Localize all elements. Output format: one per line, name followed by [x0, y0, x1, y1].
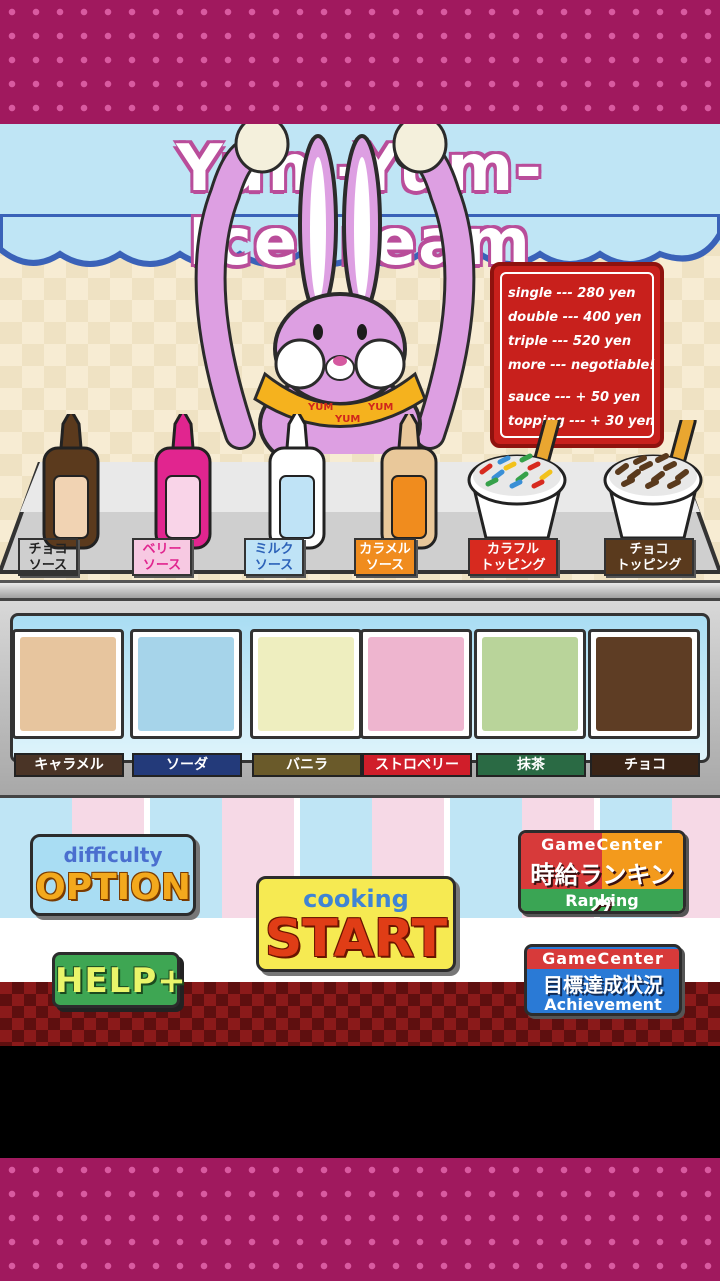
gamecenter-achievement-button[interactable]: GameCenter 目標達成状況 Achievement [524, 944, 682, 1016]
menu-line: triple --- 520 yen [508, 334, 632, 349]
tub-soda[interactable] [130, 629, 242, 739]
scarf-text: YUM [334, 414, 360, 425]
topping-label-choco: チョコ トッピング [604, 538, 694, 576]
sauce-label-caramel: カラメル ソース [354, 538, 416, 576]
achievement-jp-label: 目標達成状況 [543, 973, 663, 997]
colorful-topping-cup[interactable] [462, 420, 572, 540]
start-main-label: START [264, 909, 448, 969]
achievement-gamecenter-label: GameCenter [527, 949, 679, 969]
option-sub-label: difficulty [63, 843, 163, 867]
rabbit-shopkeeper: YUM YUM YUM [194, 124, 476, 454]
gamecenter-ranking-button[interactable]: GameCenter 時給ランキング Ranking [518, 830, 686, 914]
ranking-en-label: Ranking [565, 891, 639, 910]
menu-line: sauce --- + 50 yen [508, 390, 641, 405]
scarf-text: YUM [367, 402, 393, 413]
flavor-label-soda: ソーダ [132, 753, 242, 777]
help-label: HELP+ [55, 961, 187, 1001]
flavor-label-vanilla: バニラ [252, 753, 362, 777]
menu-line: single --- 280 yen [508, 286, 636, 301]
menu-line: double --- 400 yen [508, 310, 642, 325]
ranking-gamecenter-label: GameCenter [541, 835, 663, 854]
flavor-label-caramel: キャラメル [14, 753, 124, 777]
bottom-star-band [0, 1158, 720, 1281]
sauce-label-choco: チョコ ソース [18, 538, 78, 576]
sauce-label-berry: ベリー ソース [132, 538, 192, 576]
tub-choco[interactable] [588, 629, 700, 739]
black-gap [0, 1046, 720, 1158]
scarf-text: YUM [307, 402, 333, 413]
tub-vanilla[interactable] [250, 629, 362, 739]
ice-cream-freezer: キャラメル ソーダ バニラ ストロベリー 抹茶 チョコ [0, 598, 720, 798]
tub-matcha[interactable] [474, 629, 586, 739]
tub-strawberry[interactable] [360, 629, 472, 739]
milk-sauce-bottle[interactable] [262, 414, 332, 554]
start-button[interactable]: cooking START [256, 876, 456, 972]
topping-label-colorful: カラフル トッピング [468, 538, 558, 576]
choco-sauce-bottle[interactable] [36, 414, 106, 554]
help-button[interactable]: HELP+ [52, 952, 187, 1008]
option-main-label: OPTION [35, 867, 191, 908]
sauce-label-milk: ミルク ソース [244, 538, 304, 576]
top-star-band [0, 0, 720, 124]
achievement-en-label: Achievement [544, 995, 662, 1014]
flavor-label-choco: チョコ [590, 753, 700, 777]
caramel-sauce-bottle[interactable] [374, 414, 444, 554]
menu-line: more --- negotiable! [508, 358, 656, 373]
option-button[interactable]: difficulty OPTION [30, 834, 196, 916]
tub-caramel[interactable] [12, 629, 124, 739]
ice-cream-shop-scene: Yum-Yum-Icecream YUM YUM YUM [0, 124, 720, 1046]
flavor-label-matcha: 抹茶 [476, 753, 586, 777]
flavor-label-strawberry: ストロベリー [362, 753, 472, 777]
berry-sauce-bottle[interactable] [148, 414, 218, 554]
choco-topping-cup[interactable] [598, 420, 708, 540]
